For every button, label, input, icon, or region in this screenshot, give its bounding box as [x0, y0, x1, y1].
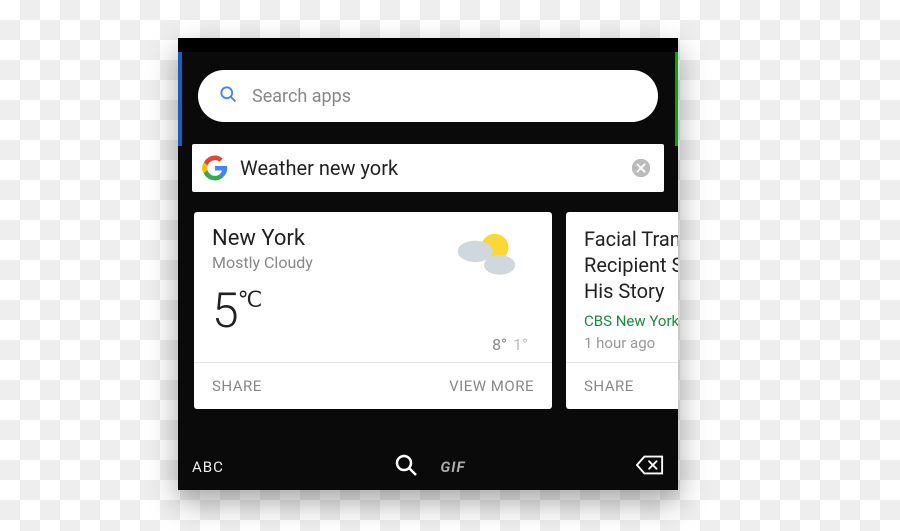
- app-search-placeholder: Search apps: [252, 86, 351, 107]
- edge-decoration-left: [178, 52, 182, 146]
- search-icon: [218, 84, 238, 108]
- device-frame: Search apps Weather new york New York Mo…: [178, 38, 678, 490]
- mostly-cloudy-icon: [446, 226, 524, 284]
- weather-low: 1°: [513, 335, 528, 354]
- google-search-query: Weather new york: [240, 156, 630, 180]
- keyboard-search-button[interactable]: [394, 453, 418, 481]
- edge-decoration-right: [675, 52, 678, 146]
- google-logo-icon: [202, 155, 228, 181]
- app-search-bar[interactable]: Search apps: [198, 70, 658, 122]
- weather-card[interactable]: New York Mostly Cloudy 5℃ 8°1° SHAR: [194, 212, 552, 409]
- clear-icon: [630, 157, 652, 179]
- google-search-bar[interactable]: Weather new york: [192, 144, 664, 192]
- clear-query-button[interactable]: [630, 157, 652, 179]
- news-headline: Facial Transplant Recipient Shares His S…: [584, 226, 678, 304]
- results-carousel[interactable]: New York Mostly Cloudy 5℃ 8°1° SHAR: [178, 192, 678, 409]
- news-card[interactable]: Facial Transplant Recipient Shares His S…: [566, 212, 678, 409]
- weather-viewmore-button[interactable]: VIEW MORE: [373, 363, 552, 409]
- weather-share-button[interactable]: SHARE: [194, 363, 373, 409]
- news-share-button[interactable]: SHARE: [566, 363, 678, 409]
- keyboard-gif-button[interactable]: GIF: [440, 458, 465, 476]
- weather-high: 8°: [492, 335, 507, 354]
- weather-temp-unit: ℃: [238, 288, 262, 313]
- backspace-icon: [636, 454, 664, 476]
- status-bar: [178, 38, 678, 52]
- search-icon: [394, 453, 418, 477]
- keyboard-toolbar: ABC GIF: [178, 444, 678, 490]
- keyboard-abc-button[interactable]: ABC: [192, 458, 224, 476]
- weather-temp-value: 5: [212, 282, 238, 339]
- weather-high-low: 8° 1°: [492, 335, 528, 354]
- keyboard-backspace-button[interactable]: [636, 454, 664, 480]
- news-source: CBS New York: [584, 312, 678, 330]
- weather-temperature: 5℃: [212, 282, 534, 339]
- news-age: 1 hour ago: [584, 334, 678, 352]
